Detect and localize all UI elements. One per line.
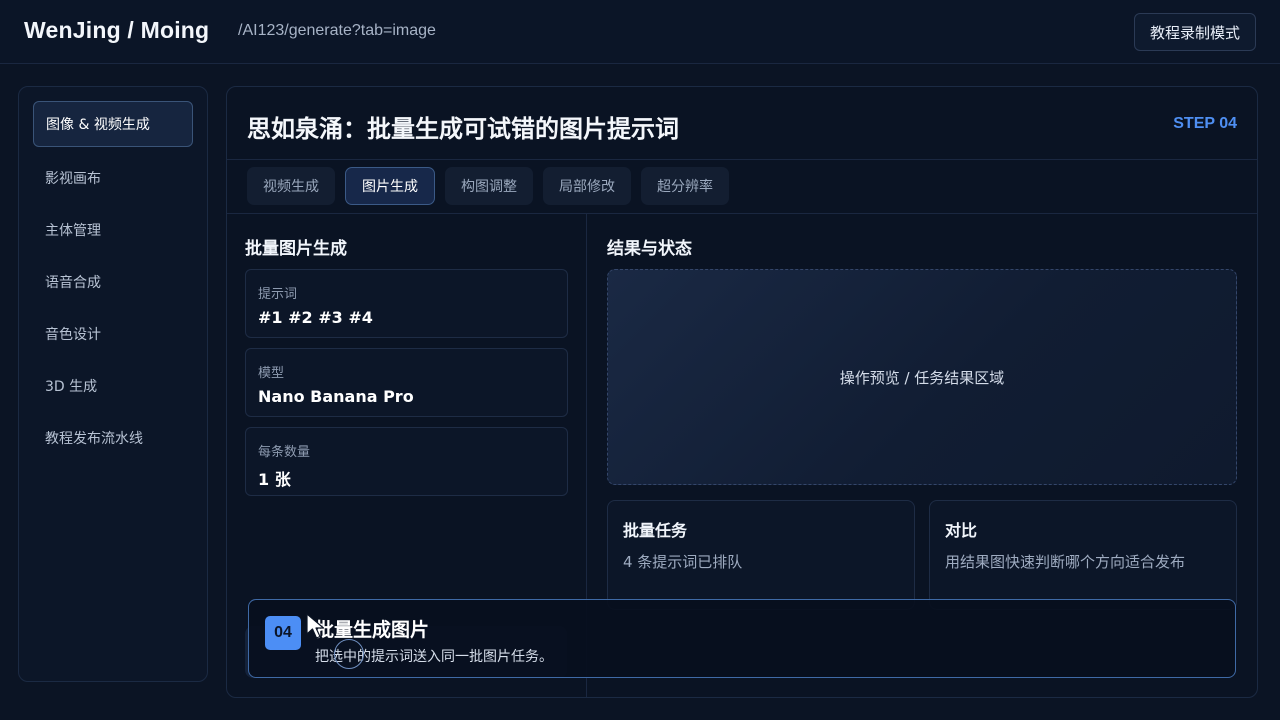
url-path: /AI123/generate?tab=image: [238, 22, 436, 39]
model-field-label: 模型: [258, 366, 285, 381]
count-field[interactable]: 每条数量 1 张: [245, 427, 568, 496]
brand-title: WenJing / Moing: [24, 17, 210, 43]
card-title: 批量任务: [623, 521, 688, 540]
step-badge: STEP 04: [1173, 115, 1237, 132]
divider: [227, 213, 1257, 214]
preview-placeholder-text: 操作预览 / 任务结果区域: [839, 368, 1005, 387]
count-field-value: 1 张: [258, 470, 291, 489]
hint-title: 批量生成图片: [315, 619, 430, 641]
model-field[interactable]: 模型 Nano Banana Pro: [245, 348, 568, 417]
sidebar-item-tts[interactable]: 语音合成: [33, 259, 193, 305]
prompt-field-value: #1 #2 #3 #4: [258, 308, 373, 327]
tab-inpaint[interactable]: 局部修改: [543, 167, 631, 205]
compare-card: 对比 用结果图快速判断哪个方向适合发布: [929, 500, 1237, 610]
click-indicator: [334, 639, 364, 669]
sidebar-item-canvas[interactable]: 影视画布: [33, 155, 193, 201]
hint-step-number: 04: [265, 616, 301, 650]
tab-composition[interactable]: 构图调整: [445, 167, 533, 205]
prompt-field[interactable]: 提示词 #1 #2 #3 #4: [245, 269, 568, 338]
tab-image[interactable]: 图片生成: [345, 167, 435, 205]
top-bar: WenJing / Moing /AI123/generate?tab=imag…: [0, 0, 1280, 64]
sidebar-item-pipeline[interactable]: 教程发布流水线: [33, 415, 193, 461]
model-field-value: Nano Banana Pro: [258, 387, 414, 406]
tab-upscale[interactable]: 超分辨率: [641, 167, 729, 205]
results-section-title: 结果与状态: [607, 239, 692, 259]
divider: [227, 159, 1257, 160]
sidebar-item-subjects[interactable]: 主体管理: [33, 207, 193, 253]
count-field-label: 每条数量: [258, 445, 311, 460]
sidebar: 图像 & 视频生成 影视画布 主体管理 语音合成 音色设计 3D 生成 教程发布…: [18, 86, 208, 682]
batch-section-title: 批量图片生成: [245, 239, 347, 259]
card-title: 对比: [945, 521, 978, 540]
sidebar-item-voice-design[interactable]: 音色设计: [33, 311, 193, 357]
prompt-field-label: 提示词: [258, 287, 298, 302]
card-text: 4 条提示词已排队: [623, 553, 743, 571]
batch-task-card: 批量任务 4 条提示词已排队: [607, 500, 915, 610]
result-preview-area: 操作预览 / 任务结果区域: [607, 269, 1237, 485]
tab-video[interactable]: 视频生成: [247, 167, 335, 205]
page-title: 思如泉涌：批量生成可试错的图片提示词: [247, 115, 679, 143]
tutorial-mode-button[interactable]: 教程录制模式: [1134, 13, 1256, 51]
sidebar-item-image-video[interactable]: 图像 & 视频生成: [33, 101, 193, 147]
mouse-pointer-icon: [306, 613, 325, 639]
card-text: 用结果图快速判断哪个方向适合发布: [945, 553, 1186, 571]
tutorial-hint-overlay: 04 批量生成图片 把选中的提示词送入同一批图片任务。: [248, 599, 1236, 678]
sidebar-item-3d[interactable]: 3D 生成: [33, 363, 193, 409]
